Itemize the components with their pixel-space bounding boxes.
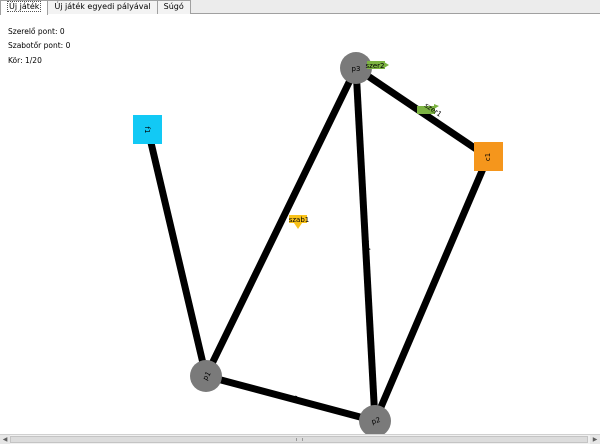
scroll-thumb[interactable]	[10, 436, 588, 443]
scroll-grip-icon	[296, 438, 303, 441]
pipe-label-cs1: cs1	[172, 249, 182, 262]
tab-new-custom-game[interactable]: Új játék egyedi pályával	[47, 0, 158, 14]
horizontal-scrollbar[interactable]: ◀ ▶	[0, 434, 600, 444]
node-label-c1: c1	[484, 153, 492, 161]
node-label-f1: f1	[143, 127, 151, 134]
pipe-label-cs4: cs4	[363, 239, 372, 252]
tab-new-game[interactable]: Új játék	[0, 0, 49, 15]
map-svg: cs1 cs3 cs2 cs4 cs5 cs6 f1 c1 p3 p1 p2 s…	[133, 52, 503, 435]
game-board: Szerelő pont: 0 Szabotőr pont: 0 Kör: 1/…	[0, 15, 600, 435]
player-label-szer2: szer2	[366, 62, 385, 70]
player-szer2[interactable]: szer2	[366, 61, 389, 70]
pipe-label-cs2: cs2	[285, 393, 299, 404]
tab-help[interactable]: Súgó	[156, 0, 191, 14]
player-label-szab1: szab1	[289, 216, 310, 224]
game-window: Új játék Új játék egyedi pályával Súgó S…	[0, 0, 600, 444]
player-szab1[interactable]: szab1	[289, 215, 310, 229]
node-label-p3: p3	[352, 65, 361, 73]
player-szer2-pointer	[384, 62, 389, 68]
scroll-left-arrow-icon[interactable]: ◀	[0, 435, 10, 444]
tab-bar: Új játék Új játék egyedi pályával Súgó	[0, 0, 600, 15]
scroll-right-arrow-icon[interactable]: ▶	[590, 435, 600, 444]
